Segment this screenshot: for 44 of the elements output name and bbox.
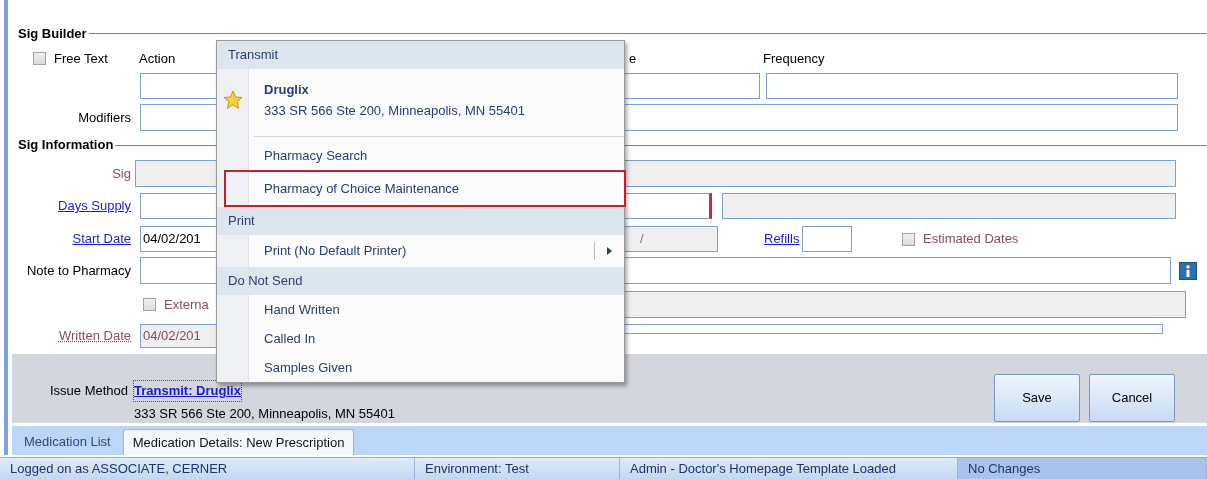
- menu-item[interactable]: Hand Written: [249, 295, 624, 324]
- field-label: Issue Method: [48, 382, 129, 400]
- menu-group-header: Transmit: [217, 41, 624, 69]
- section-title: Sig Builder: [17, 25, 88, 44]
- checkbox[interactable]: [902, 232, 915, 246]
- checkbox-label: Estimated Dates: [922, 230, 1019, 249]
- field-label: e: [629, 51, 637, 67]
- status-segment: No Changes: [958, 458, 1207, 479]
- field-label: Sig: [111, 164, 132, 183]
- tab[interactable]: Medication List: [15, 429, 120, 455]
- field-label: Modifiers: [77, 108, 132, 127]
- start-date-link[interactable]: Start Date: [12, 229, 135, 249]
- issue-method-link[interactable]: Transmit: Druglix: [134, 381, 241, 401]
- submenu-arrow-icon: [607, 247, 612, 255]
- field-label: Action: [139, 51, 176, 67]
- days-supply-link[interactable]: Days Supply: [12, 196, 135, 216]
- frequency-field[interactable]: [766, 73, 1178, 99]
- field-label: Written Date: [58, 327, 132, 345]
- checkbox[interactable]: [33, 52, 46, 66]
- refills-link[interactable]: Refills: [764, 229, 802, 249]
- star-icon: [223, 90, 243, 110]
- menu-item[interactable]: Samples Given: [249, 353, 624, 382]
- menu-item[interactable]: Called In: [249, 324, 624, 353]
- refills-field[interactable]: [802, 226, 852, 252]
- tab[interactable]: Medication Details: New Prescription: [122, 429, 355, 455]
- pharmacy-address: 333 SR 566 Ste 200, Minneapolis, MN 55401: [134, 404, 396, 423]
- checkbox-label: Externa: [163, 295, 210, 314]
- menu-group-header: Print: [217, 207, 624, 235]
- field-label: Note to Pharmacy: [25, 261, 132, 280]
- pharmacy-name: Druglix: [264, 80, 310, 99]
- field-label: Frequency: [763, 50, 825, 69]
- checkbox-label: Free Text: [53, 50, 109, 69]
- menu-item[interactable]: Pharmacy of Choice Maintenance: [224, 170, 626, 207]
- menu-group-header: Do Not Send: [217, 267, 624, 295]
- status-segment: Logged on as ASSOCIATE, CERNER: [0, 458, 415, 479]
- menu-item[interactable]: Druglix 333 SR 566 Ste 200, Minneapolis, MN 55401: [217, 69, 624, 131]
- pharmacy-address: 333 SR 566 Ste 200, Minneapolis, MN 55401: [264, 102, 525, 120]
- dialog-button[interactable]: Save: [994, 374, 1080, 422]
- menu-item[interactable]: Pharmacy Search: [249, 141, 624, 170]
- dialog-button[interactable]: Cancel: [1089, 374, 1175, 422]
- status-segment: Environment: Test: [415, 458, 620, 479]
- info-icon[interactable]: [1179, 261, 1197, 280]
- checkbox[interactable]: [143, 298, 156, 311]
- section-title: Sig Information: [17, 136, 115, 155]
